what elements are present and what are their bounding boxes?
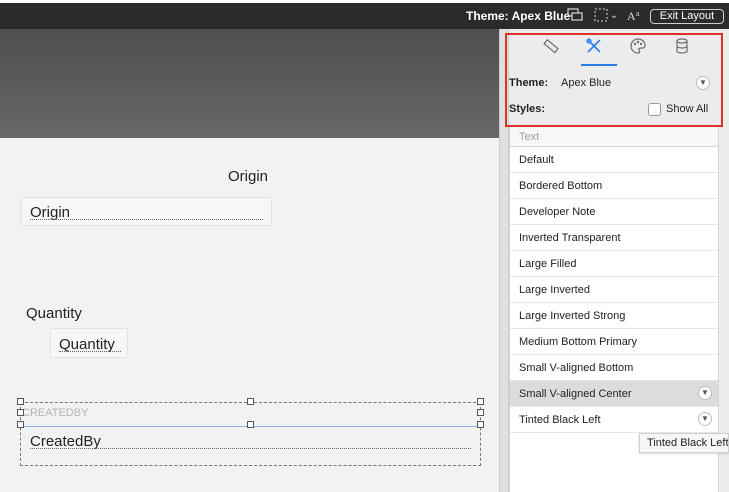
text-format-icon[interactable]: Aa [626, 8, 644, 24]
style-item-small-v-aligned-center[interactable]: Small V-aligned Center ▼ [510, 381, 718, 407]
quantity-label[interactable]: Quantity [26, 305, 82, 322]
style-item-label: Large Inverted [519, 284, 590, 296]
resize-handle[interactable] [247, 421, 254, 428]
theme-status-label: Theme: Apex Blue [466, 9, 571, 23]
style-item-label: Small V-aligned Center [519, 388, 632, 400]
highlight-annotation-frame [505, 33, 723, 127]
style-item-label: Large Inverted Strong [519, 310, 626, 322]
style-item-label: Default [519, 154, 554, 166]
field-baseline [30, 219, 263, 220]
styles-list-header: Text [510, 127, 718, 147]
style-options-chevron-icon[interactable]: ▼ [698, 412, 712, 426]
svg-text:A: A [627, 9, 636, 22]
resize-handle[interactable] [477, 409, 484, 416]
field-baseline [59, 351, 121, 352]
select-object-icon[interactable] [592, 8, 610, 24]
style-item-default[interactable]: Default [510, 147, 718, 173]
resize-handle[interactable] [477, 398, 484, 405]
resize-handle[interactable] [477, 421, 484, 428]
field-baseline [30, 448, 471, 449]
style-item-label: Bordered Bottom [519, 180, 603, 192]
style-item-inverted-transparent[interactable]: Inverted Transparent [510, 225, 718, 251]
chevron-down-icon[interactable]: ⌄ [609, 8, 619, 24]
quantity-field[interactable]: Quantity [50, 328, 128, 358]
exit-layout-button[interactable]: Exit Layout [650, 9, 724, 24]
origin-field[interactable]: Origin [21, 197, 272, 226]
layout-toolbar: Theme: Apex Blue ⌄ Aa Exit Layout [0, 3, 729, 29]
style-item-label: Large Filled [519, 258, 577, 270]
style-item-tinted-black-left[interactable]: Tinted Black Left ▼ [510, 407, 718, 433]
style-item-bordered-bottom[interactable]: Bordered Bottom [510, 173, 718, 199]
resize-handle[interactable] [17, 409, 24, 416]
style-item-label: Medium Bottom Primary [519, 336, 637, 348]
style-item-label: Tinted Black Left [519, 414, 601, 426]
style-item-label: Inverted Transparent [519, 232, 621, 244]
origin-label[interactable]: Origin [228, 168, 268, 185]
style-item-large-filled[interactable]: Large Filled [510, 251, 718, 277]
style-item-small-v-aligned-bottom[interactable]: Small V-aligned Bottom [510, 355, 718, 381]
resize-handle[interactable] [247, 398, 254, 405]
style-item-large-inverted-strong[interactable]: Large Inverted Strong [510, 303, 718, 329]
style-item-developer-note[interactable]: Developer Note [510, 199, 718, 225]
layout-theme-icon[interactable] [566, 8, 584, 24]
style-item-label: Developer Note [519, 206, 596, 218]
style-item-large-inverted[interactable]: Large Inverted [510, 277, 718, 303]
style-item-label: Small V-aligned Bottom [519, 362, 634, 374]
createdby-label[interactable]: CREATEDBY [22, 407, 88, 419]
resize-handle[interactable] [17, 398, 24, 405]
layout-header-part [0, 29, 499, 138]
style-item-medium-bottom-primary[interactable]: Medium Bottom Primary [510, 329, 718, 355]
svg-text:a: a [636, 9, 640, 18]
resize-handle[interactable] [17, 421, 24, 428]
style-options-chevron-icon[interactable]: ▼ [698, 386, 712, 400]
style-tooltip: Tinted Black Left [639, 433, 729, 453]
